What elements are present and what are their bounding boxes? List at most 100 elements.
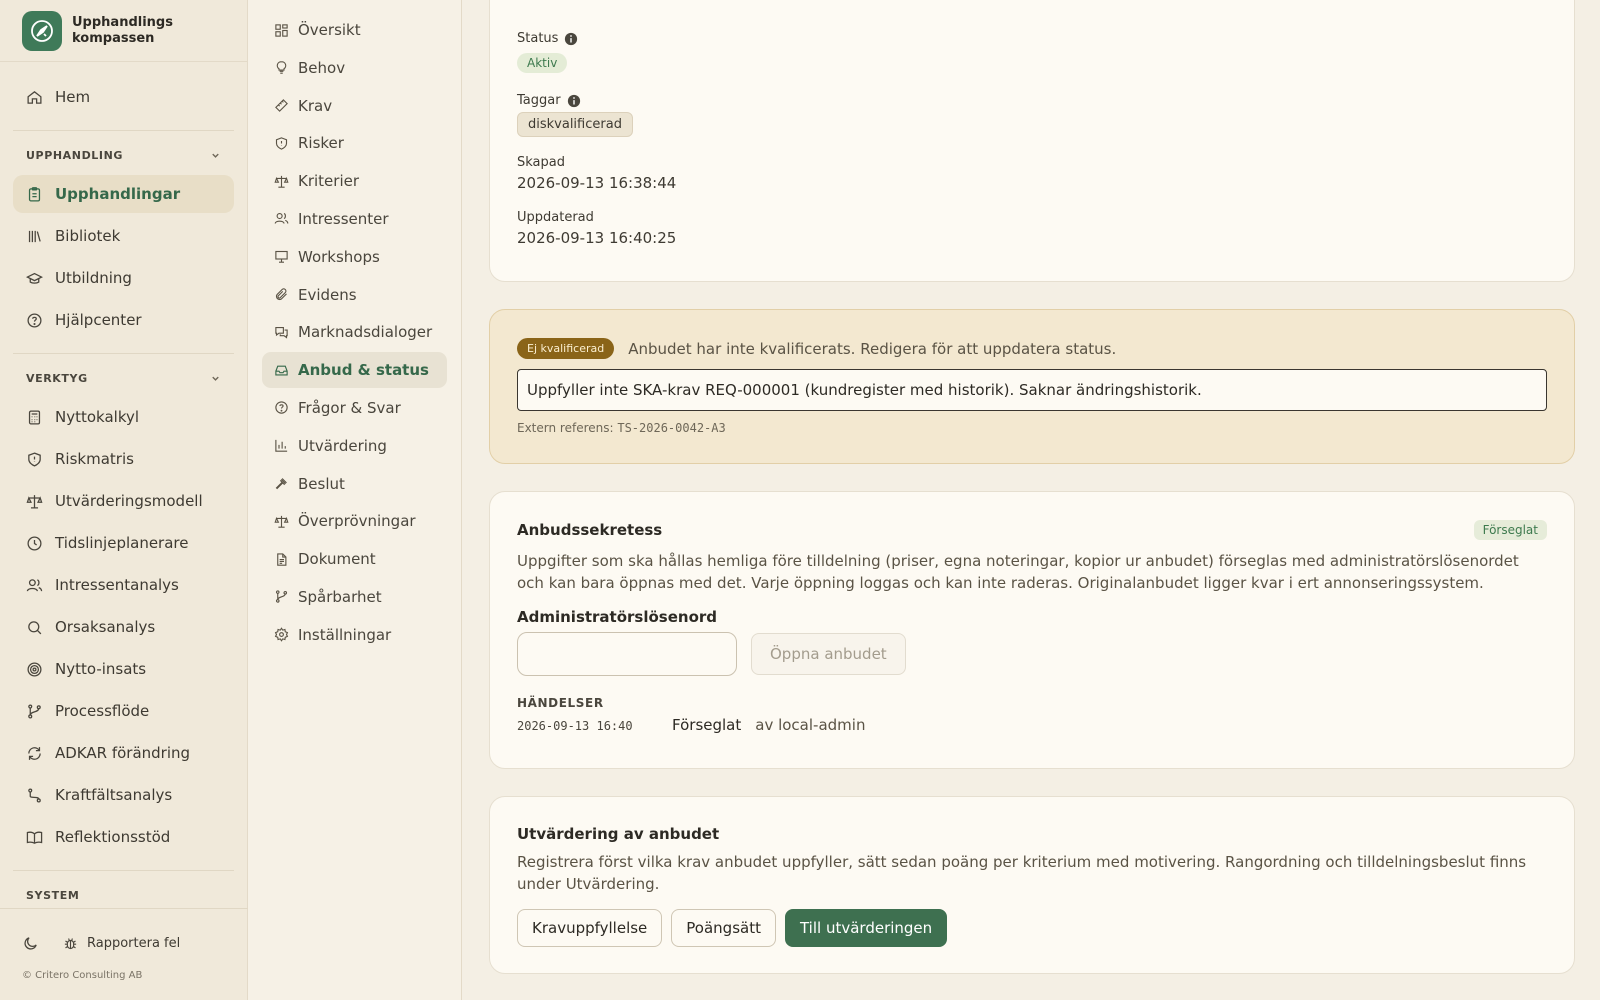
shield-icon bbox=[28, 451, 41, 467]
nav-item-processflode[interactable]: Processflöde bbox=[13, 692, 234, 730]
report-bug-link[interactable]: Rapportera fel bbox=[87, 936, 180, 951]
info-icon[interactable] bbox=[567, 94, 581, 108]
tag-chip: diskvalificerad bbox=[517, 112, 633, 137]
section-title: VERKTYG bbox=[26, 371, 88, 385]
subnav-item-kriterier[interactable]: Kriterier bbox=[262, 163, 447, 199]
lightbulb-icon bbox=[276, 61, 287, 74]
subnav-item-risker[interactable]: Risker bbox=[262, 125, 447, 161]
subnav-item-behov[interactable]: Behov bbox=[262, 50, 447, 86]
go-to-evaluation-button[interactable]: Till utvärderingen bbox=[784, 909, 948, 947]
nav-item-intressentanalys[interactable]: Intressentanalys bbox=[13, 566, 234, 604]
subnav-item-fragor-svar[interactable]: Frågor & Svar bbox=[262, 390, 447, 426]
not-qualified-badge: Ej kvalificerad bbox=[517, 338, 615, 359]
nav-item-nyttokalkyl[interactable]: Nyttokalkyl bbox=[13, 398, 234, 436]
subnav-item-intressenter[interactable]: Intressenter bbox=[262, 201, 447, 237]
info-icon[interactable] bbox=[564, 32, 578, 46]
evaluation-title: Utvärdering av anbudet bbox=[517, 825, 720, 843]
divider bbox=[13, 353, 234, 354]
admin-password-input[interactable] bbox=[517, 632, 737, 676]
nav-item-utbildning[interactable]: Utbildning bbox=[13, 259, 234, 297]
file-text-icon bbox=[277, 552, 287, 566]
section-system[interactable]: SYSTEM bbox=[13, 879, 234, 911]
divider bbox=[13, 870, 234, 871]
git-branch-icon bbox=[28, 703, 41, 719]
grid-icon bbox=[275, 23, 288, 37]
subnav-item-utvardering[interactable]: Utvärdering bbox=[262, 428, 447, 464]
home-icon bbox=[27, 90, 42, 104]
subnav-item-sparbarhet[interactable]: Spårbarhet bbox=[262, 579, 447, 615]
section-procurement[interactable]: UPPHANDLING bbox=[13, 139, 234, 171]
moon-icon[interactable] bbox=[22, 935, 39, 952]
calculator-icon bbox=[28, 409, 41, 425]
bar-chart-icon bbox=[275, 440, 288, 452]
subnav-item-oversikt[interactable]: Översikt bbox=[262, 12, 447, 48]
nav-item-hjalpcenter[interactable]: Hjälpcenter bbox=[13, 301, 234, 339]
nav-item-nytto-insats[interactable]: Nytto-insats bbox=[13, 650, 234, 688]
search-icon bbox=[28, 620, 42, 634]
subnav-item-workshops[interactable]: Workshops bbox=[262, 239, 447, 275]
brand[interactable]: Upphandlings kompassen bbox=[0, 0, 247, 62]
nav-item-bibliotek[interactable]: Bibliotek bbox=[13, 217, 234, 255]
gavel-icon bbox=[275, 478, 287, 490]
brand-name-line1: Upphandlings bbox=[72, 14, 173, 30]
password-label: Administratörslösenord bbox=[517, 608, 718, 626]
chevron-down-icon bbox=[212, 153, 219, 158]
scale-icon bbox=[274, 515, 289, 528]
subnav-item-dokument[interactable]: Dokument bbox=[262, 541, 447, 577]
subnav-label: Krav bbox=[298, 96, 333, 115]
main-content: Status Aktiv Taggar diskvalificerad Skap… bbox=[462, 0, 1600, 1000]
procurement-subnav: Översikt Behov Krav Risker Kriterier Int… bbox=[248, 0, 462, 1000]
nav-item-reflektionsstod[interactable]: Reflektionsstöd bbox=[13, 818, 234, 856]
subnav-label: Spårbarhet bbox=[298, 587, 382, 606]
nav-item-home[interactable]: Hem bbox=[13, 78, 234, 116]
ext-ref-value: TS-2026-0042-A3 bbox=[617, 421, 726, 435]
paperclip-icon bbox=[275, 288, 287, 301]
subnav-label: Risker bbox=[298, 134, 344, 153]
created-label: Skapad bbox=[517, 155, 565, 170]
nav-item-orsaksanalys[interactable]: Orsaksanalys bbox=[13, 608, 234, 646]
nav-label: Kraftfältsanalys bbox=[55, 786, 173, 804]
nav-item-tidslinjeplanerare[interactable]: Tidslinjeplanerare bbox=[13, 524, 234, 562]
subnav-item-marknadsdialoger[interactable]: Marknadsdialoger bbox=[262, 314, 447, 350]
subnav-label: Inställningar bbox=[298, 625, 392, 644]
status-label: Status bbox=[517, 31, 559, 46]
subnav-label: Intressenter bbox=[298, 209, 389, 228]
nav-item-kraftfaltsanalys[interactable]: Kraftfältsanalys bbox=[13, 776, 234, 814]
subnav-item-beslut[interactable]: Beslut bbox=[262, 466, 447, 502]
nav-label: Bibliotek bbox=[55, 227, 121, 245]
nav-label: Orsaksanalys bbox=[55, 618, 156, 636]
subnav-item-anbud-status[interactable]: Anbud & status bbox=[262, 352, 447, 389]
nav-item-utvarderingsmodell[interactable]: Utvärderingsmodell bbox=[13, 482, 234, 520]
event-name: Förseglat bbox=[672, 716, 742, 734]
nav-label: Hjälpcenter bbox=[55, 311, 142, 329]
tags-label: Taggar bbox=[517, 93, 561, 108]
users-icon bbox=[274, 213, 289, 225]
subnav-item-overprovningar[interactable]: Överprövningar bbox=[262, 503, 447, 539]
qualification-note[interactable]: Uppfyller inte SKA-krav REQ-000001 (kund… bbox=[517, 369, 1547, 411]
subnav-label: Översikt bbox=[298, 21, 361, 39]
sealed-badge: Förseglat bbox=[1473, 520, 1547, 540]
nav-item-upphandlingar[interactable]: Upphandlingar bbox=[13, 175, 234, 213]
section-tools[interactable]: VERKTYG bbox=[13, 362, 234, 394]
subnav-item-krav[interactable]: Krav bbox=[262, 88, 447, 124]
presentation-icon bbox=[275, 251, 288, 263]
section-title: SYSTEM bbox=[26, 888, 80, 902]
nav-item-adkar[interactable]: ADKAR förändring bbox=[13, 734, 234, 772]
subnav-item-installningar[interactable]: Inställningar bbox=[262, 617, 447, 653]
clock-icon bbox=[27, 535, 42, 551]
requirement-fulfillment-button[interactable]: Kravuppfyllelse bbox=[517, 909, 663, 947]
library-icon bbox=[28, 230, 41, 242]
nav-label: Processflöde bbox=[55, 702, 150, 720]
nav-item-riskmatris[interactable]: Riskmatris bbox=[13, 440, 234, 478]
clipboard-icon bbox=[28, 186, 41, 202]
open-bid-button[interactable]: Öppna anbudet bbox=[751, 633, 906, 675]
subnav-label: Behov bbox=[298, 58, 346, 77]
score-button[interactable]: Poängsätt bbox=[671, 909, 776, 947]
users-icon bbox=[26, 578, 43, 591]
subnav-label: Anbud & status bbox=[298, 361, 429, 380]
updated-value: 2026-09-13 16:40:25 bbox=[517, 229, 677, 247]
subnav-label: Workshops bbox=[298, 247, 380, 266]
divider bbox=[13, 130, 234, 131]
subnav-item-evidens[interactable]: Evidens bbox=[262, 277, 447, 313]
route-icon bbox=[28, 787, 41, 803]
